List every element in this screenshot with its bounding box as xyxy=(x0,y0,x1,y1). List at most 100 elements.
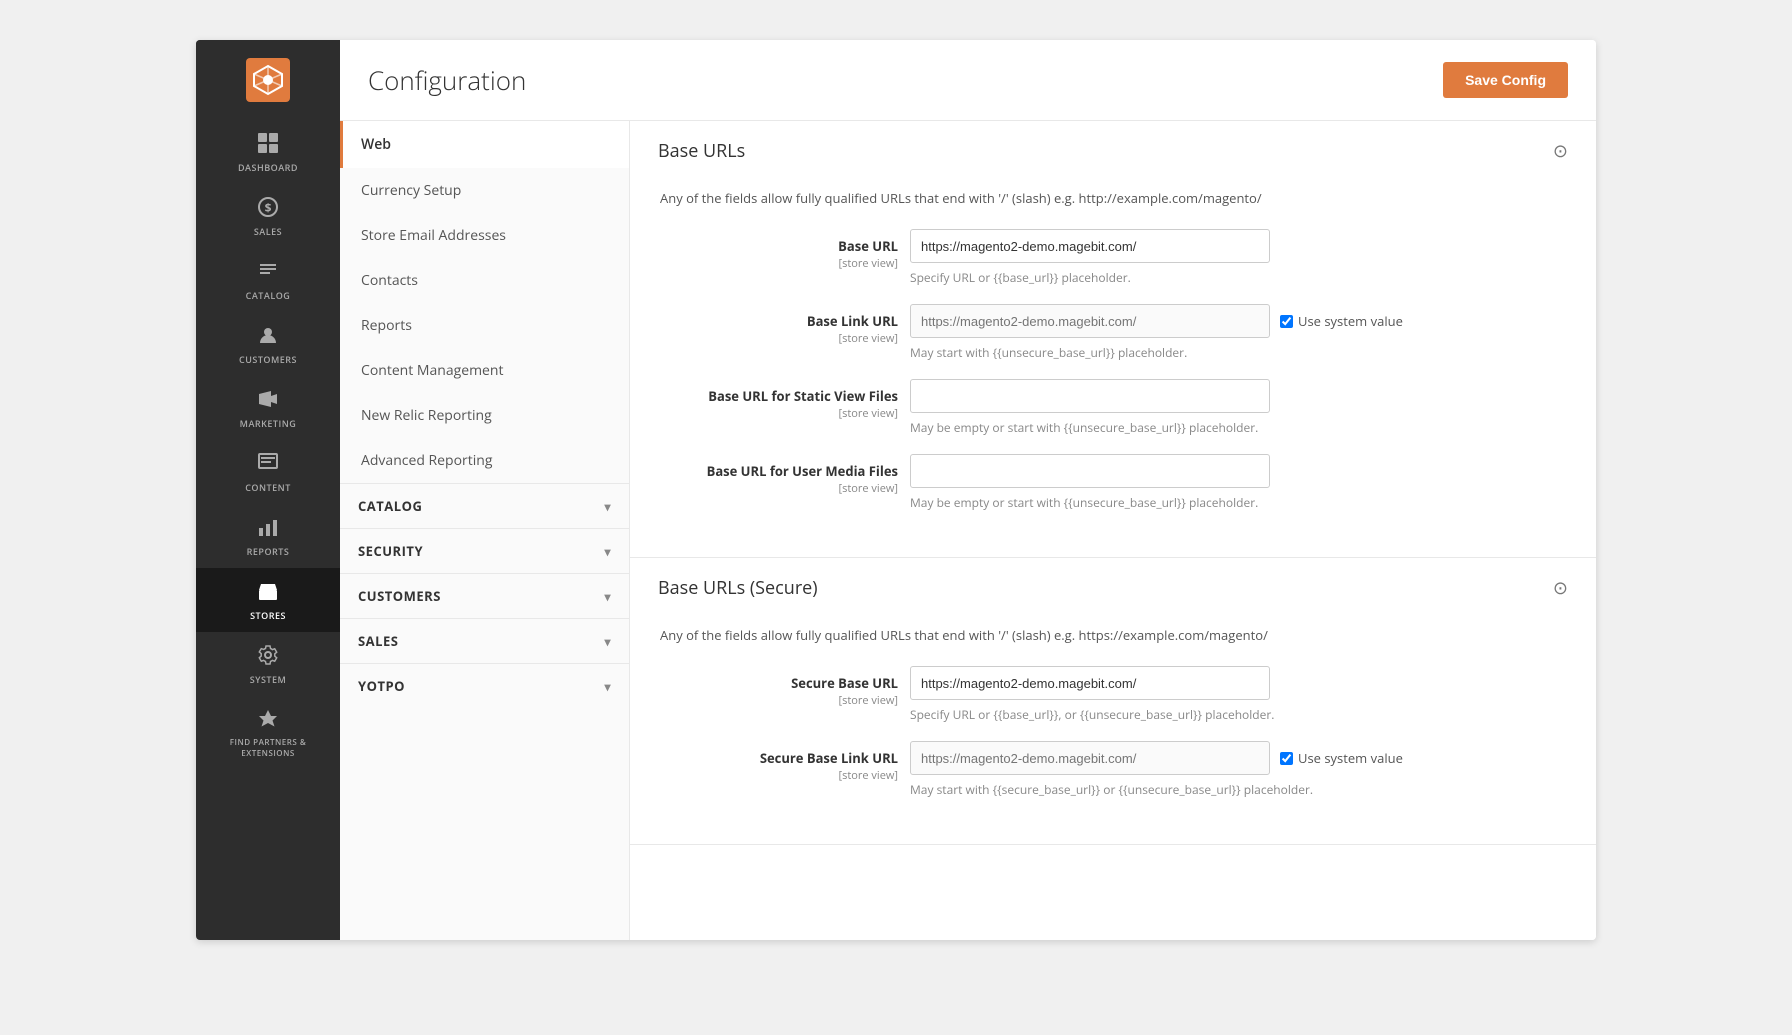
base-urls-secure-section: Base URLs (Secure) ⊙ Any of the fields a… xyxy=(630,558,1596,845)
base-urls-secure-body: Any of the fields allow fully qualified … xyxy=(630,618,1596,844)
left-panel-section-header-catalog[interactable]: CATALOG ▾ xyxy=(340,484,629,528)
base-link-url-hint: May start with {{unsecure_base_url}} pla… xyxy=(910,344,1568,361)
section-label: SALES xyxy=(358,632,398,650)
left-panel-item-store-email[interactable]: Store Email Addresses xyxy=(340,213,629,258)
left-panel-section-sales: SALES ▾ xyxy=(340,618,629,663)
left-panel-section-catalog: CATALOG ▾ xyxy=(340,483,629,528)
base-link-url-input[interactable] xyxy=(910,304,1270,338)
base-url-static-input-row xyxy=(910,379,1568,413)
secure-base-url-input-row xyxy=(910,666,1568,700)
customers-icon xyxy=(257,324,279,349)
secure-base-link-url-input-row: Use system value xyxy=(910,741,1568,775)
sidebar-item-label: DASHBOARD xyxy=(238,161,298,174)
base-url-media-input[interactable] xyxy=(910,454,1270,488)
left-panel-item-new-relic[interactable]: New Relic Reporting xyxy=(340,393,629,438)
left-panel: Web Currency Setup Store Email Addresses… xyxy=(340,121,630,940)
sidebar-item-reports[interactable]: REPORTS xyxy=(196,504,340,568)
left-panel-section-header-sales[interactable]: SALES ▾ xyxy=(340,619,629,663)
sidebar-item-label: CATALOG xyxy=(246,289,291,302)
base-link-url-row: Base Link URL [store view] Use system va… xyxy=(658,304,1568,361)
content-area: Configuration Save Config Web Currency S… xyxy=(340,40,1596,940)
base-url-media-hint: May be empty or start with {{unsecure_ba… xyxy=(910,494,1568,511)
left-panel-section-header-yotpo[interactable]: YOTPO ▾ xyxy=(340,664,629,708)
sidebar-item-content[interactable]: CONTENT xyxy=(196,440,340,504)
svg-text:$: $ xyxy=(265,199,272,216)
section-label: YOTPO xyxy=(358,677,405,695)
right-panel: Base URLs ⊙ Any of the fields allow full… xyxy=(630,121,1596,940)
secure-base-link-url-hint: May start with {{secure_base_url}} or {{… xyxy=(910,781,1568,798)
secure-base-link-url-label-wrap: Secure Base Link URL [store view] xyxy=(658,741,898,783)
sidebar-item-extensions[interactable]: FIND PARTNERS & EXTENSIONS xyxy=(196,696,340,769)
sidebar-item-label: FIND PARTNERS & EXTENSIONS xyxy=(204,737,332,759)
sidebar: DASHBOARD $ SALES CATALOG xyxy=(196,40,340,940)
left-panel-active-item[interactable]: Web xyxy=(340,121,629,168)
secure-base-link-url-field-wrap: Use system value May start with {{secure… xyxy=(910,741,1568,798)
use-system-value-checkbox[interactable] xyxy=(1280,315,1293,328)
content-icon xyxy=(257,452,279,477)
content-body: Web Currency Setup Store Email Addresses… xyxy=(340,121,1596,940)
save-config-button[interactable]: Save Config xyxy=(1443,62,1568,98)
base-url-static-label-wrap: Base URL for Static View Files [store vi… xyxy=(658,379,898,421)
base-url-media-sub-label: [store view] xyxy=(658,481,898,496)
sidebar-item-label: SALES xyxy=(254,225,282,238)
sidebar-item-label: STORES xyxy=(250,609,286,622)
base-url-media-label: Base URL for User Media Files xyxy=(658,462,898,480)
sidebar-item-sales[interactable]: $ SALES xyxy=(196,184,340,248)
chevron-down-icon: ▾ xyxy=(604,543,611,560)
base-link-url-input-row: Use system value xyxy=(910,304,1568,338)
sidebar-item-dashboard[interactable]: DASHBOARD xyxy=(196,120,340,184)
base-url-row: Base URL [store view] Specify URL or {{b… xyxy=(658,229,1568,286)
sidebar-item-customers[interactable]: CUSTOMERS xyxy=(196,312,340,376)
sidebar-item-label: MARKETING xyxy=(240,417,297,430)
sidebar-item-system[interactable]: SYSTEM xyxy=(196,632,340,696)
left-panel-item-contacts[interactable]: Contacts xyxy=(340,258,629,303)
base-url-static-input[interactable] xyxy=(910,379,1270,413)
collapse-secure-icon[interactable]: ⊙ xyxy=(1553,576,1568,600)
extensions-icon xyxy=(257,708,279,733)
base-urls-section: Base URLs ⊙ Any of the fields allow full… xyxy=(630,121,1596,558)
use-system-value-label: Use system value xyxy=(1280,312,1403,330)
base-link-url-label: Base Link URL xyxy=(658,312,898,330)
secure-base-url-input[interactable] xyxy=(910,666,1270,700)
base-url-input[interactable] xyxy=(910,229,1270,263)
base-url-label-wrap: Base URL [store view] xyxy=(658,229,898,271)
secure-use-system-value-checkbox[interactable] xyxy=(1280,752,1293,765)
sidebar-item-label: SYSTEM xyxy=(250,673,287,686)
section-label: CATALOG xyxy=(358,497,422,515)
chevron-down-icon: ▾ xyxy=(604,588,611,605)
secure-base-link-url-input[interactable] xyxy=(910,741,1270,775)
left-panel-section-header-security[interactable]: SECURITY ▾ xyxy=(340,529,629,573)
sidebar-item-marketing[interactable]: MARKETING xyxy=(196,376,340,440)
base-urls-secure-title: Base URLs (Secure) xyxy=(658,576,818,600)
base-urls-secure-section-header[interactable]: Base URLs (Secure) ⊙ xyxy=(630,558,1596,618)
secure-base-link-url-label: Secure Base Link URL xyxy=(658,749,898,767)
base-link-url-field-wrap: Use system value May start with {{unsecu… xyxy=(910,304,1568,361)
secure-use-system-value-label: Use system value xyxy=(1280,749,1403,767)
catalog-icon xyxy=(257,260,279,285)
left-panel-item-reports[interactable]: Reports xyxy=(340,303,629,348)
sidebar-item-label: REPORTS xyxy=(247,545,290,558)
base-urls-section-header[interactable]: Base URLs ⊙ xyxy=(630,121,1596,181)
collapse-icon[interactable]: ⊙ xyxy=(1553,139,1568,163)
base-urls-title: Base URLs xyxy=(658,139,745,163)
secure-base-url-row: Secure Base URL [store view] Specify URL… xyxy=(658,666,1568,723)
sidebar-item-label: CONTENT xyxy=(245,481,291,494)
sidebar-item-stores[interactable]: STORES xyxy=(196,568,340,632)
page-title: Configuration xyxy=(368,62,526,98)
sidebar-item-catalog[interactable]: CATALOG xyxy=(196,248,340,312)
left-panel-item-currency[interactable]: Currency Setup xyxy=(340,168,629,213)
base-url-static-sub-label: [store view] xyxy=(658,406,898,421)
left-panel-item-advanced-reporting[interactable]: Advanced Reporting xyxy=(340,438,629,483)
left-panel-section-header-customers[interactable]: CUSTOMERS ▾ xyxy=(340,574,629,618)
base-urls-secure-description: Any of the fields allow fully qualified … xyxy=(658,626,1568,644)
base-url-hint: Specify URL or {{base_url}} placeholder. xyxy=(910,269,1568,286)
base-url-input-row xyxy=(910,229,1568,263)
chevron-down-icon: ▾ xyxy=(604,633,611,650)
left-panel-section-yotpo: YOTPO ▾ xyxy=(340,663,629,708)
section-label: SECURITY xyxy=(358,542,423,560)
base-link-url-label-wrap: Base Link URL [store view] xyxy=(658,304,898,346)
left-panel-item-content-management[interactable]: Content Management xyxy=(340,348,629,393)
left-panel-section-customers: CUSTOMERS ▾ xyxy=(340,573,629,618)
secure-base-url-field-wrap: Specify URL or {{base_url}}, or {{unsecu… xyxy=(910,666,1568,723)
base-url-static-label: Base URL for Static View Files xyxy=(658,387,898,405)
